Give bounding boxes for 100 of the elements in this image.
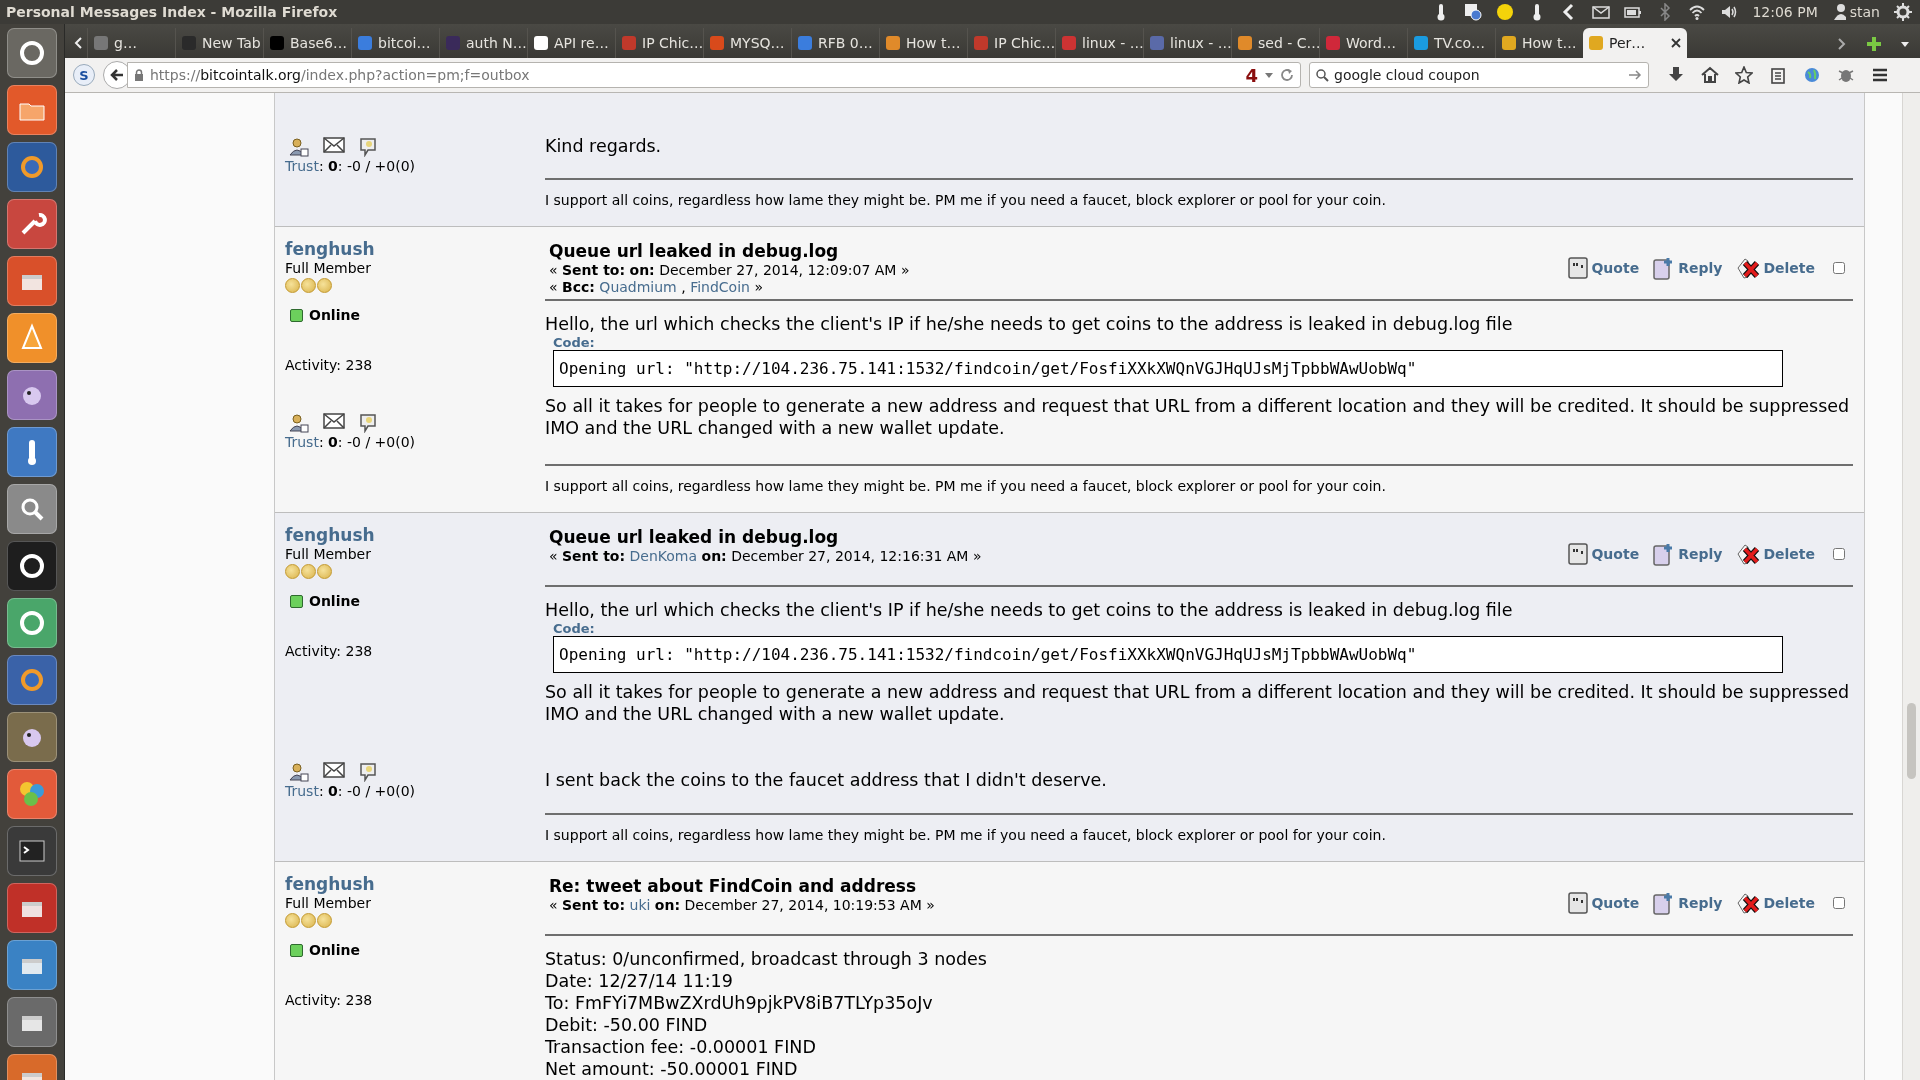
scrollbar[interactable] <box>1902 93 1920 1080</box>
stack-icon[interactable] <box>7 997 57 1047</box>
cone-icon[interactable] <box>7 313 57 363</box>
pinwheel-icon[interactable] <box>7 769 57 819</box>
author-name[interactable]: fenghush <box>285 239 545 259</box>
quote-mark: « <box>549 897 558 913</box>
message-subject: Queue url leaked in debug.log <box>549 241 840 261</box>
recipient-link[interactable]: FindCoin <box>690 279 750 295</box>
author-name[interactable]: fenghush <box>285 525 545 545</box>
recipient-link[interactable]: uki <box>629 897 651 913</box>
message-text: Kind regards. <box>545 135 663 157</box>
delete-link[interactable]: Delete <box>1736 891 1815 915</box>
speech-bubble-icon <box>359 413 377 433</box>
browser-tab[interactable]: Per… <box>1583 28 1687 58</box>
delete-x-icon <box>1736 256 1761 280</box>
clock-badge-icon[interactable] <box>1464 3 1483 21</box>
reply-link[interactable]: Reply <box>1653 542 1723 566</box>
menu-icon[interactable] <box>1871 66 1889 84</box>
home-icon[interactable] <box>1701 66 1719 84</box>
speaker-icon[interactable] <box>1720 3 1739 21</box>
trust-link[interactable]: Trust <box>285 158 319 174</box>
trust-score: Trust: 0: -0 / +0(0) <box>285 783 417 799</box>
stack-icon[interactable] <box>7 940 57 990</box>
music-icon[interactable] <box>7 598 57 648</box>
sent-date: December 27, 2014, 12:09:07 AM <box>659 262 897 278</box>
circle-indicator-icon[interactable] <box>1496 3 1515 21</box>
clipboard-icon[interactable] <box>1769 66 1787 84</box>
globe-icon[interactable] <box>1803 66 1821 84</box>
on-label: on: <box>654 897 681 913</box>
wrench-icon[interactable] <box>7 199 57 249</box>
download-icon[interactable] <box>1667 66 1685 84</box>
url-text: https://bitcointalk.org/index.php?action=pm;f=outbox <box>150 67 531 83</box>
sent-date: December 27, 2014, 12:16:31 AM <box>731 548 969 564</box>
favicon-icon <box>1589 36 1603 50</box>
message-text: Hello, the url which checks the client's IP if he/she needs to get coins to the address is leaked in debug.log file <box>545 313 1514 335</box>
wifi-icon[interactable] <box>1688 3 1707 21</box>
window-title: Personal Messages Index - Mozilla Firefox <box>6 4 339 20</box>
member-rank: Full Member <box>285 895 372 911</box>
star-icon[interactable] <box>1735 66 1753 84</box>
quote-link[interactable]: Quote <box>1568 257 1640 279</box>
browser-icon[interactable] <box>7 142 57 192</box>
terminal-icon[interactable] <box>7 826 57 876</box>
address-bar[interactable]: https://bitcointalk.org/index.php?action=pm;f=outbox 4 <box>127 62 1301 88</box>
message-text: I sent back the coins to the faucet address that I didn't deserve. <box>545 769 1108 791</box>
favicon-icon <box>1414 36 1428 50</box>
plus-icon[interactable] <box>1866 36 1882 52</box>
favicon-icon <box>534 36 548 50</box>
envelope-icon <box>323 137 345 153</box>
thermometer-icon[interactable] <box>7 427 57 477</box>
code-block: Opening url: "http://104.236.75.141:1532/findcoin/get/FosfiXXkXWQnVGJHqUJsMjTpbbWAwUobWq" <box>553 350 1783 387</box>
trust-link[interactable]: Trust <box>285 434 319 450</box>
quote-mark: » <box>972 548 982 564</box>
signature-text: I support all coins, regardless how lame they might be. PM me if you need a faucet, block explorer or pool for your coin. <box>545 827 1386 843</box>
addon-count: 4 <box>1245 64 1258 86</box>
close-icon[interactable] <box>1671 38 1681 48</box>
activity-count: Activity: 238 <box>285 357 374 373</box>
recipient-link[interactable]: DenKoma <box>629 548 698 564</box>
delete-link[interactable]: Delete <box>1736 542 1815 566</box>
clock-time[interactable]: 12:06 PM <box>1752 4 1818 20</box>
envelope-icon <box>323 413 345 429</box>
quote-link[interactable]: Quote <box>1568 543 1640 565</box>
user-name[interactable]: stan <box>1849 4 1880 20</box>
reply-link[interactable]: Reply <box>1653 891 1723 915</box>
favicon-icon <box>94 36 108 50</box>
reload-icon[interactable] <box>1280 68 1294 82</box>
recipient-link[interactable]: Quadmium <box>599 279 677 295</box>
stack-icon[interactable] <box>7 883 57 933</box>
scroll-thumb[interactable] <box>1907 703 1916 779</box>
globe-icon[interactable] <box>7 655 57 705</box>
dash-home-icon[interactable] <box>7 28 57 78</box>
select-checkbox[interactable] <box>1833 548 1845 560</box>
box-icon[interactable] <box>7 256 57 306</box>
arrow-right-icon[interactable] <box>1628 68 1642 82</box>
select-checkbox[interactable] <box>1833 897 1845 909</box>
quote-mark: « <box>549 279 558 295</box>
magnifier-icon[interactable] <box>7 484 57 534</box>
envelope-icon[interactable] <box>1592 3 1611 21</box>
author-name[interactable]: fenghush <box>285 874 545 894</box>
ring-icon[interactable] <box>7 541 57 591</box>
quote-link[interactable]: Quote <box>1568 892 1640 914</box>
dropdown-icon[interactable] <box>1264 70 1274 80</box>
folder-icon[interactable] <box>7 85 57 135</box>
bcc-label: Bcc: <box>562 279 595 295</box>
favicon-icon <box>886 36 900 50</box>
message-text: Hello, the url which checks the client's IP if he/she needs to get coins to the address is leaked in debug.log file <box>545 599 1514 621</box>
search-icon <box>1316 69 1329 82</box>
reply-link[interactable]: Reply <box>1653 256 1723 280</box>
person-icon[interactable] <box>1831 3 1846 21</box>
addon-badge[interactable]: S <box>73 64 95 86</box>
quote-mark: » <box>900 262 910 278</box>
search-field[interactable]: google cloud coupon <box>1309 62 1649 88</box>
select-checkbox[interactable] <box>1833 262 1845 274</box>
activity-count: Activity: 238 <box>285 992 374 1008</box>
quote-icon <box>1568 257 1589 279</box>
quote-mark: « <box>549 548 558 564</box>
trust-link[interactable]: Trust <box>285 783 319 799</box>
delete-link[interactable]: Delete <box>1736 256 1815 280</box>
settings-icon[interactable] <box>1894 3 1912 21</box>
quote-mark: « <box>549 262 558 278</box>
trust-score: Trust: 0: -0 / +0(0) <box>285 434 417 450</box>
